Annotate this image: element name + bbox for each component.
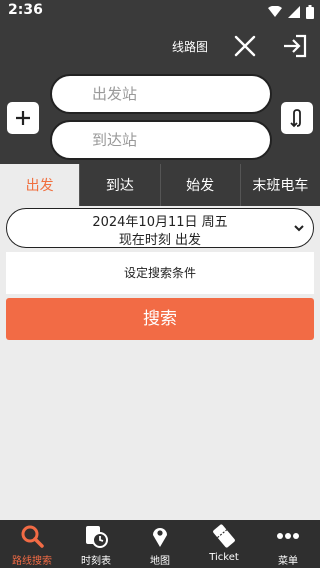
departure-station-input[interactable]: 出发站 xyxy=(50,74,272,114)
bottom-navigation: 路线搜索 时刻表 地图 Ticket 菜单 xyxy=(0,520,320,568)
nav-label: Ticket xyxy=(209,552,239,563)
search-mode-tabs: 出发 到达 始发 末班电车 xyxy=(0,164,320,206)
map-pin-icon xyxy=(153,528,167,547)
status-time: 2:36 xyxy=(8,2,43,18)
add-via-button[interactable] xyxy=(7,102,39,134)
search-button[interactable]: 搜索 xyxy=(6,298,314,340)
nav-label: 地图 xyxy=(150,556,170,567)
swap-icon xyxy=(290,109,301,128)
close-icon[interactable] xyxy=(233,34,257,58)
nav-route-search[interactable]: 路线搜索 xyxy=(0,520,64,568)
nav-menu[interactable]: 菜单 xyxy=(256,520,320,568)
nav-timetable[interactable]: 时刻表 xyxy=(64,520,128,568)
datetime-selector[interactable]: 2024年10月11日 周五 现在时刻 出发 xyxy=(6,208,314,248)
nav-ticket[interactable]: Ticket xyxy=(192,520,256,568)
nav-map[interactable]: 地图 xyxy=(128,520,192,568)
date-text: 2024年10月11日 周五 xyxy=(92,215,228,230)
tab-departure[interactable]: 出发 xyxy=(0,164,80,206)
plus-icon xyxy=(16,111,30,125)
nav-label: 菜单 xyxy=(278,556,298,567)
more-icon xyxy=(277,533,299,539)
arrival-station-input[interactable]: 到达站 xyxy=(50,120,272,160)
tab-arrival[interactable]: 到达 xyxy=(79,164,160,206)
wifi-icon xyxy=(268,6,282,17)
tab-first-train[interactable]: 始发 xyxy=(159,164,240,206)
battery-icon xyxy=(306,5,314,19)
app-header: 线路图 xyxy=(0,24,320,72)
timetable-icon xyxy=(86,526,108,548)
nav-label: 路线搜索 xyxy=(12,556,52,567)
status-bar: 2:36 xyxy=(0,0,320,24)
station-search-panel: 出发站 到达站 xyxy=(0,72,320,164)
nav-label: 时刻表 xyxy=(81,556,111,567)
search-conditions-button[interactable]: 设定搜索条件 xyxy=(6,252,314,294)
chevron-down-icon xyxy=(294,225,304,232)
search-icon xyxy=(21,525,44,548)
tab-last-train[interactable]: 末班电车 xyxy=(239,164,320,206)
time-mode-text: 现在时刻 出发 xyxy=(118,233,202,248)
ticket-icon xyxy=(213,524,235,548)
swap-stations-button[interactable] xyxy=(281,102,313,134)
signal-icon xyxy=(288,6,300,18)
login-icon[interactable] xyxy=(282,33,308,59)
route-map-link[interactable]: 线路图 xyxy=(172,38,208,55)
status-icons xyxy=(268,4,314,20)
